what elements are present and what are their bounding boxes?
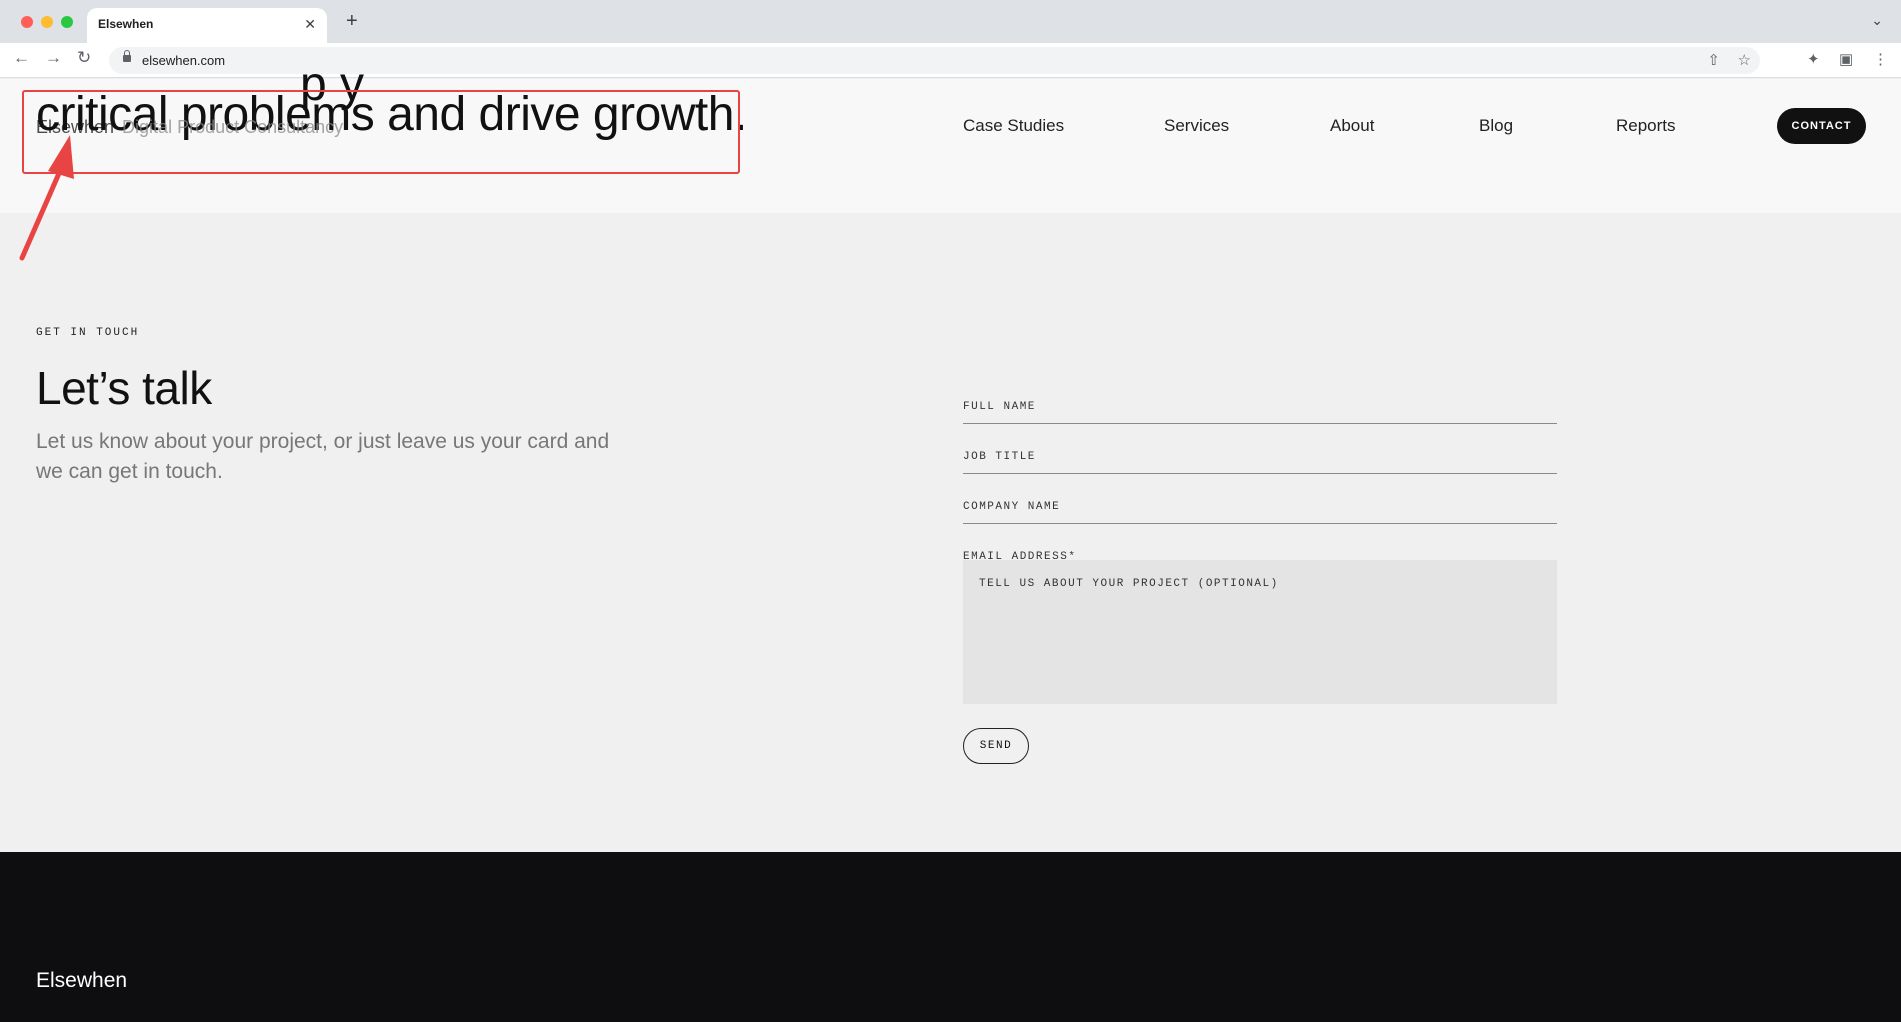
browser-menu-icon[interactable]: ⋮	[1873, 50, 1888, 68]
nav-case-studies[interactable]: Case Studies	[963, 116, 1064, 136]
browser-tabstrip: Elsewhen ✕ + ⌄	[0, 0, 1901, 43]
maximize-window-button[interactable]	[61, 16, 73, 28]
browser-toolbar: ← → ↻ elsewhen.com ⇧ ☆ ✦ ▣ ⋮	[0, 43, 1901, 78]
job-title-field[interactable]: JOB TITLE	[963, 438, 1557, 474]
full-name-placeholder: FULL NAME	[963, 401, 1036, 413]
forward-arrow-icon[interactable]: →	[45, 49, 62, 66]
browser-tab[interactable]: Elsewhen ✕	[87, 8, 327, 43]
extensions-icon[interactable]: ✦	[1807, 50, 1820, 68]
section-description: Let us know about your project, or just …	[36, 430, 610, 483]
section-title: Let’s talk	[36, 362, 212, 414]
project-details-textarea[interactable]: TELL US ABOUT YOUR PROJECT (OPTIONAL)	[963, 560, 1557, 704]
tab-close-icon[interactable]: ✕	[304, 16, 316, 33]
back-arrow-icon[interactable]: ←	[13, 49, 30, 66]
annotation-arrow-icon	[19, 135, 74, 261]
annotation-highlight-box	[22, 90, 740, 174]
project-details-placeholder: TELL US ABOUT YOUR PROJECT (OPTIONAL)	[979, 578, 1279, 590]
footer-logo[interactable]: Elsewhen	[36, 969, 127, 993]
tab-title: Elsewhen	[98, 17, 154, 31]
side-panel-icon[interactable]: ▣	[1839, 50, 1853, 68]
nav-reports[interactable]: Reports	[1616, 116, 1676, 136]
send-button[interactable]: SEND	[963, 728, 1029, 764]
full-name-field[interactable]: FULL NAME	[963, 388, 1557, 424]
reload-icon[interactable]: ↻	[77, 49, 91, 66]
job-title-placeholder: JOB TITLE	[963, 451, 1036, 463]
section-eyebrow: GET IN TOUCH	[36, 327, 140, 339]
site-header: p y critical problems and drive growth. …	[0, 58, 1901, 213]
lock-icon[interactable]	[123, 50, 131, 62]
site-footer: Elsewhen	[0, 852, 1901, 1022]
minimize-window-button[interactable]	[41, 16, 53, 28]
share-icon[interactable]: ⇧	[1707, 51, 1720, 69]
new-tab-icon[interactable]: +	[346, 11, 358, 31]
nav-services[interactable]: Services	[1164, 116, 1229, 136]
nav-blog[interactable]: Blog	[1479, 116, 1513, 136]
nav-about[interactable]: About	[1330, 116, 1374, 136]
bookmark-star-icon[interactable]: ☆	[1738, 51, 1751, 69]
page-content: p y critical problems and drive growth. …	[0, 58, 1901, 1022]
company-name-field[interactable]: COMPANY NAME	[963, 488, 1557, 524]
close-window-button[interactable]	[21, 16, 33, 28]
contact-button[interactable]: CONTACT	[1777, 108, 1866, 144]
tab-list-chevron-icon[interactable]: ⌄	[1871, 12, 1883, 29]
url-text[interactable]: elsewhen.com	[142, 53, 225, 68]
company-name-placeholder: COMPANY NAME	[963, 501, 1061, 513]
